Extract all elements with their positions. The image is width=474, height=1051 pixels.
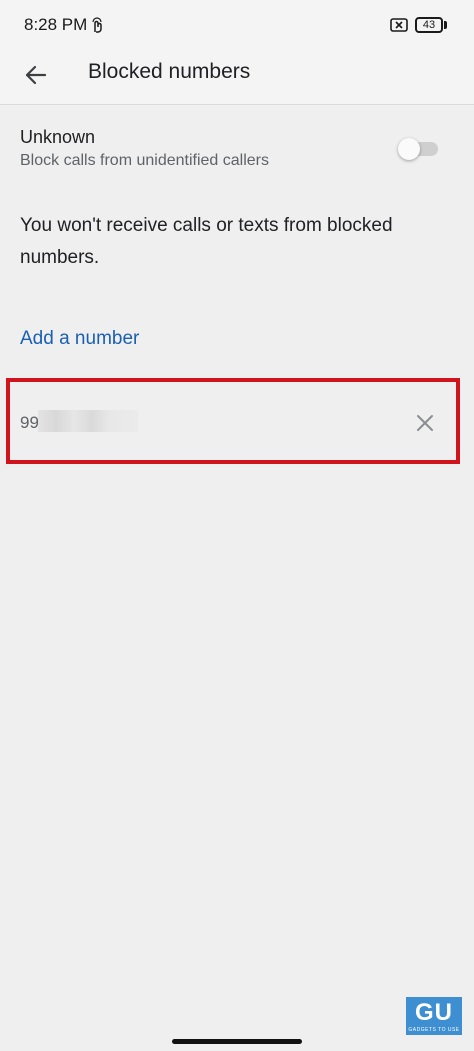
watermark-text: GADGETS TO USE: [408, 1027, 460, 1033]
watermark-letters: GU: [415, 999, 453, 1026]
unknown-setting-subtitle: Block calls from unidentified callers: [20, 152, 269, 169]
toggle-thumb: [398, 138, 420, 160]
watermark-logo: GU GADGETS TO USE: [406, 997, 462, 1035]
unknown-setting-title: Unknown: [20, 127, 96, 147]
unknown-toggle[interactable]: [398, 136, 444, 162]
app-bar: Blocked numbers: [0, 50, 474, 105]
no-sim-icon: [390, 18, 408, 32]
status-bar: 8:28 PM 43: [0, 0, 474, 50]
arrow-back-icon[interactable]: [16, 55, 56, 95]
blocked-notice: You won't receive calls or texts from bl…: [20, 215, 393, 268]
redacted-digits: [38, 410, 138, 432]
status-time: 8:28 PM: [24, 15, 88, 34]
blocked-number-row[interactable]: 99: [6, 378, 460, 464]
home-indicator[interactable]: [172, 1039, 302, 1044]
add-number-link[interactable]: Add a number: [20, 328, 139, 350]
blocked-number: 99: [20, 413, 39, 432]
gesture-icon: [92, 17, 102, 33]
page-title: Blocked numbers: [88, 60, 251, 83]
battery-tip: [444, 21, 447, 29]
battery-level: 43: [422, 19, 436, 31]
battery-icon: 43: [415, 17, 443, 33]
close-icon[interactable]: [410, 408, 440, 438]
